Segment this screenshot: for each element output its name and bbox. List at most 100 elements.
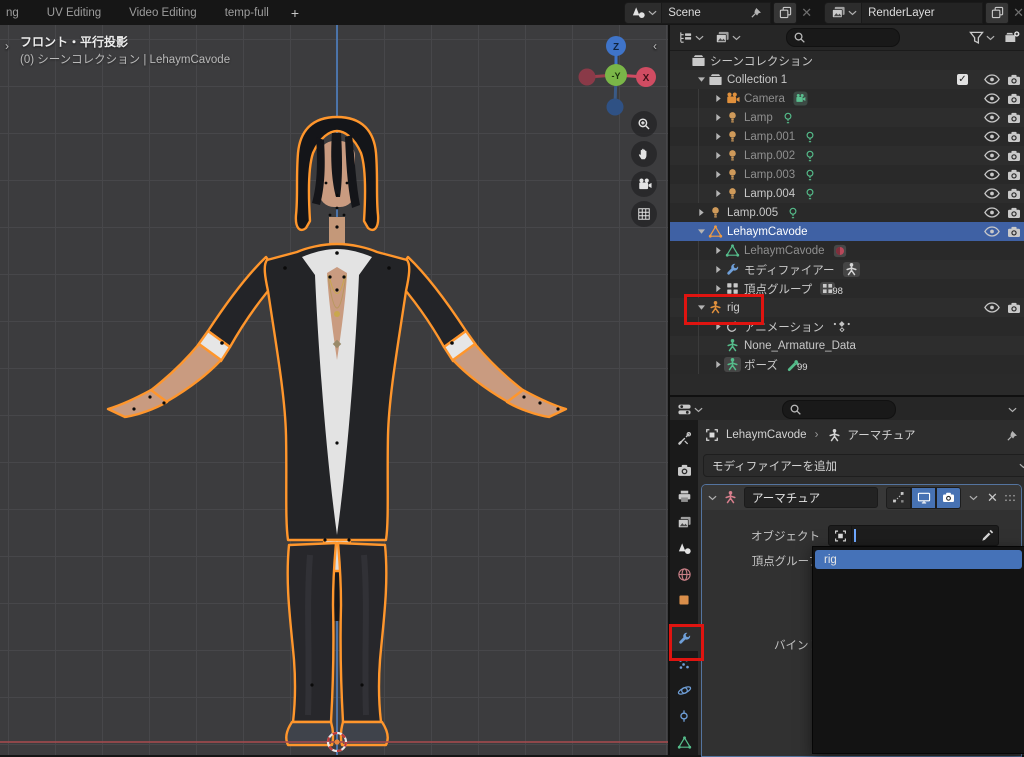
- scene-copy-button[interactable]: [773, 2, 797, 24]
- camera-icon[interactable]: [1006, 110, 1022, 126]
- eye-icon[interactable]: [984, 205, 1000, 221]
- drag-handle-icon[interactable]: [1004, 490, 1017, 506]
- zoom-tool-button[interactable]: [631, 111, 657, 137]
- camera-icon[interactable]: [1006, 72, 1022, 88]
- camera-icon[interactable]: [1006, 167, 1022, 183]
- expand-icon[interactable]: [712, 265, 724, 274]
- eye-icon[interactable]: [984, 148, 1000, 164]
- expand-icon[interactable]: [712, 189, 724, 198]
- gizmo-minus-x-axis[interactable]: [579, 69, 596, 86]
- collapse-icon[interactable]: [708, 494, 718, 502]
- outliner-row-collection1[interactable]: Collection 1✓: [670, 70, 1024, 89]
- properties-options-icon[interactable]: [1008, 406, 1018, 414]
- camera-view-button[interactable]: [631, 171, 657, 197]
- expand-icon[interactable]: [712, 170, 724, 179]
- expand-icon[interactable]: [712, 132, 724, 141]
- expand-icon[interactable]: [712, 94, 724, 103]
- camera-icon[interactable]: [1006, 186, 1022, 202]
- expand-icon[interactable]: [712, 113, 724, 122]
- properties-tab-object-data[interactable]: [670, 729, 698, 755]
- object-select-button[interactable]: [828, 525, 852, 546]
- expand-icon[interactable]: [695, 76, 707, 83]
- outliner-search-input[interactable]: [786, 28, 900, 47]
- pin-icon[interactable]: [748, 5, 764, 21]
- outliner-row-[interactable]: モディファイアー: [670, 260, 1024, 279]
- workspace-tab[interactable]: ng: [0, 0, 33, 25]
- modifier-extras-icon[interactable]: [969, 494, 979, 502]
- eye-icon[interactable]: [984, 224, 1000, 240]
- properties-tab-object[interactable]: [670, 587, 698, 613]
- filter-icon[interactable]: [968, 30, 984, 46]
- scene-unlink-button[interactable]: ✕: [797, 5, 816, 21]
- eye-icon[interactable]: [984, 186, 1000, 202]
- realtime-display-toggle[interactable]: [911, 487, 936, 509]
- outliner-row-lehaymcavode[interactable]: LehaymCavode: [670, 222, 1024, 241]
- expand-icon[interactable]: [695, 228, 707, 235]
- eye-icon[interactable]: [984, 72, 1000, 88]
- breadcrumb-data-name[interactable]: アーマチュア: [847, 427, 915, 443]
- toggle-grid-button[interactable]: [631, 201, 657, 227]
- renderlayer-copy-button[interactable]: [985, 2, 1009, 24]
- camera-icon[interactable]: [1006, 148, 1022, 164]
- edit-mode-toggle[interactable]: [886, 487, 911, 509]
- expand-icon[interactable]: [712, 284, 724, 293]
- properties-tab-tool[interactable]: [670, 425, 698, 451]
- modifier-name-field[interactable]: アーマチュア: [744, 487, 878, 508]
- character-model[interactable]: [0, 25, 668, 755]
- expand-icon[interactable]: [712, 246, 724, 255]
- outliner-row-lamp[interactable]: Lamp: [670, 108, 1024, 127]
- camera-icon[interactable]: [1006, 224, 1022, 240]
- pin-icon[interactable]: [1004, 427, 1020, 443]
- outliner-row-[interactable]: シーンコレクション: [670, 51, 1024, 70]
- expand-icon[interactable]: [695, 208, 707, 217]
- renderlayer-browse-button[interactable]: [824, 2, 862, 24]
- camera-icon[interactable]: [1006, 300, 1022, 316]
- pan-tool-button[interactable]: [631, 141, 657, 167]
- camera-icon[interactable]: [1006, 205, 1022, 221]
- 3d-viewport[interactable]: › ‹ フロント・平行投影 (0) シーンコレクション | LehaymCavo…: [0, 25, 668, 755]
- gizmo-minus-z-axis[interactable]: [607, 99, 624, 116]
- outliner-row-camera[interactable]: Camera: [670, 89, 1024, 108]
- properties-tab-render[interactable]: [670, 457, 698, 483]
- properties-tab-output[interactable]: [670, 483, 698, 509]
- eye-icon[interactable]: [984, 91, 1000, 107]
- eyedropper-icon[interactable]: [980, 529, 994, 543]
- renderlayer-name-field[interactable]: RenderLayer: [862, 2, 983, 24]
- outliner-row-[interactable]: ポーズ99: [670, 355, 1024, 374]
- properties-tab-view-layer[interactable]: [670, 509, 698, 535]
- modifier-close-button[interactable]: ✕: [987, 490, 998, 506]
- outliner-row-lamp003[interactable]: Lamp.003: [670, 165, 1024, 184]
- workspace-tab[interactable]: temp-full: [211, 0, 283, 25]
- eye-icon[interactable]: [984, 167, 1000, 183]
- scene-name-field[interactable]: Scene: [662, 2, 771, 24]
- properties-editor-type-icon[interactable]: [676, 402, 692, 418]
- breadcrumb-object-name[interactable]: LehaymCavode: [726, 429, 807, 441]
- add-modifier-button[interactable]: モディファイアーを追加: [703, 454, 1024, 477]
- outliner-row-lamp005[interactable]: Lamp.005: [670, 203, 1024, 222]
- expand-icon[interactable]: [712, 151, 724, 160]
- renderlayer-unlink-button[interactable]: ✕: [1009, 5, 1024, 21]
- eye-icon[interactable]: [984, 110, 1000, 126]
- properties-tab-physics[interactable]: [670, 677, 698, 703]
- render-display-toggle[interactable]: [936, 487, 961, 509]
- outliner-row-lamp002[interactable]: Lamp.002: [670, 146, 1024, 165]
- properties-tab-constraints[interactable]: [670, 703, 698, 729]
- workspace-tab[interactable]: UV Editing: [33, 0, 115, 25]
- outliner-row-lamp004[interactable]: Lamp.004: [670, 184, 1024, 203]
- workspace-tab[interactable]: Video Editing: [115, 0, 211, 25]
- outliner-row-lehaymcavode[interactable]: LehaymCavode: [670, 241, 1024, 260]
- scene-browse-button[interactable]: [624, 2, 662, 24]
- properties-tab-scene[interactable]: [670, 535, 698, 561]
- outliner-row-lamp001[interactable]: Lamp.001: [670, 127, 1024, 146]
- camera-icon[interactable]: [1006, 91, 1022, 107]
- display-mode-icon[interactable]: [714, 30, 730, 46]
- properties-tab-world[interactable]: [670, 561, 698, 587]
- new-collection-icon[interactable]: [1004, 30, 1020, 46]
- expand-icon[interactable]: [712, 360, 724, 369]
- properties-search-input[interactable]: [782, 400, 896, 419]
- dropdown-item-rig[interactable]: rig: [815, 550, 1022, 569]
- eye-icon[interactable]: [984, 300, 1000, 316]
- eye-icon[interactable]: [984, 129, 1000, 145]
- add-workspace-button[interactable]: +: [283, 0, 307, 25]
- selectable-checkbox[interactable]: ✓: [957, 74, 968, 85]
